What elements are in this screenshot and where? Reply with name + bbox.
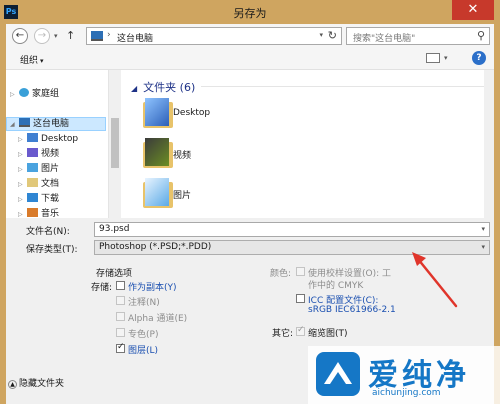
collapse-group-icon[interactable]: ◢ (131, 84, 137, 93)
sidebar-item-this-pc[interactable]: ◢ 这台电脑 (10, 117, 69, 131)
search-input[interactable]: 搜索"这台电脑" (353, 31, 415, 44)
thumbnail-checkbox[interactable] (296, 325, 305, 336)
address-location[interactable]: 这台电脑 (117, 31, 153, 44)
store-label: 存储: (91, 283, 113, 293)
navigation-bar: ← → ▾ ↑ › 这台电脑 ▾ ↻ 搜索"这台电脑" ⚲ (6, 24, 494, 48)
window-title: 另存为 (233, 7, 267, 20)
collapse-arrow-icon[interactable]: ◢ (10, 118, 19, 132)
other-label: 其它: (272, 329, 294, 339)
command-toolbar: 组织 ▾ ▾ ? (6, 48, 494, 70)
expand-arrow-icon[interactable]: ▷ (10, 88, 19, 102)
sidebar-item-music[interactable]: ▷ 音乐 (18, 207, 59, 218)
address-dropdown-icon[interactable]: ▾ (319, 31, 323, 39)
notes-checkbox[interactable] (116, 296, 125, 305)
search-box[interactable]: 搜索"这台电脑" ⚲ (346, 27, 490, 45)
pictures-folder-icon[interactable] (143, 178, 173, 208)
use-proof-setup-checkbox[interactable] (296, 267, 305, 276)
alpha-channels-label: Alpha 通道(E) (128, 314, 188, 324)
view-options-icon[interactable] (426, 53, 440, 63)
as-copy-checkbox[interactable] (116, 281, 125, 290)
computer-icon (19, 118, 30, 127)
icc-profile-checkbox[interactable] (296, 294, 305, 303)
chevron-down-icon: ▾ (40, 57, 44, 65)
expand-arrow-icon[interactable]: ▷ (18, 133, 27, 147)
chevron-up-icon: ▲ (8, 380, 17, 389)
sidebar-item-documents[interactable]: ▷ 文档 (18, 177, 59, 191)
save-options-title: 存储选项 (96, 269, 133, 279)
recent-locations-dropdown-icon[interactable]: ▾ (54, 32, 58, 40)
proof-cmyk-label: 作中的 CMYK (308, 281, 364, 291)
expand-arrow-icon[interactable]: ▷ (18, 163, 27, 177)
expand-arrow-icon[interactable]: ▷ (18, 193, 27, 207)
notes-label: 注释(N) (128, 298, 160, 308)
homegroup-icon (19, 88, 29, 97)
forward-button[interactable]: → (34, 28, 50, 44)
file-list-scrollbar[interactable] (484, 70, 494, 218)
spot-colors-label: 专色(P) (128, 330, 159, 340)
layers-label[interactable]: 图层(L) (128, 343, 158, 356)
desktop-folder-icon[interactable] (143, 98, 173, 128)
computer-icon (91, 31, 103, 41)
filetype-label: 保存类型(T): (26, 245, 78, 255)
expand-arrow-icon[interactable]: ▷ (18, 148, 27, 162)
address-bar[interactable]: › 这台电脑 ▾ ↻ (86, 27, 342, 45)
expand-arrow-icon[interactable]: ▷ (18, 208, 27, 218)
folder-name-videos[interactable]: 视频 (173, 148, 191, 161)
refresh-icon[interactable]: ↻ (328, 29, 337, 42)
filetype-select[interactable]: Photoshop (*.PSD;*.PDD) ▾ (94, 240, 490, 255)
downloads-folder-icon (27, 193, 38, 202)
organize-label: 组织 (20, 56, 39, 66)
music-folder-icon (27, 208, 38, 217)
file-list: ◢ 文件夹 (6) Desktop 视频 图片 (121, 70, 494, 218)
view-dropdown-icon[interactable]: ▾ (444, 54, 448, 62)
folder-name-pictures[interactable]: 图片 (173, 188, 191, 201)
watermark: 爱纯净 aichunjing.com (308, 346, 500, 404)
thumbnail-label: 缩览图(T) (308, 329, 348, 339)
navigation-pane: ▷ 家庭组 ◢ 这台电脑 ▷ Desktop ▷ 视频 ▷ 图片 ▷ 文档 ▷ 下载 ▷ 音乐 (6, 70, 108, 218)
icc-profile-value: sRGB IEC61966-2.1 (308, 305, 396, 315)
organize-menu-button[interactable]: 组织 ▾ (20, 53, 44, 66)
layers-checkbox[interactable] (116, 342, 125, 353)
address-separator-icon[interactable]: › (107, 30, 111, 40)
sidebar-item-videos[interactable]: ▷ 视频 (18, 147, 59, 161)
expand-arrow-icon[interactable]: ▷ (18, 178, 27, 192)
file-fields: 文件名(N): 93.psd ▾ 保存类型(T): Photoshop (*.P… (6, 218, 494, 258)
filename-field[interactable]: 93.psd ▾ (94, 222, 490, 237)
help-button[interactable]: ? (472, 51, 486, 65)
watermark-url: aichunjing.com (372, 388, 441, 398)
group-divider (201, 86, 491, 87)
brand-logo-icon (316, 352, 360, 396)
up-button[interactable]: ↑ (66, 29, 75, 42)
color-label: 颜色: (270, 269, 292, 279)
folders-group-header[interactable]: ◢ 文件夹 (6) (131, 79, 195, 95)
navigation-pane-scrollbar[interactable] (108, 70, 120, 218)
sidebar-item-pictures[interactable]: ▷ 图片 (18, 162, 59, 176)
close-button[interactable]: ✕ (452, 0, 494, 20)
hide-folders-button[interactable]: ▲ 隐藏文件夹 (8, 376, 64, 389)
spot-colors-checkbox[interactable] (116, 328, 125, 337)
search-icon[interactable]: ⚲ (477, 29, 485, 42)
filename-label: 文件名(N): (26, 227, 70, 237)
videos-folder-icon[interactable] (143, 138, 173, 168)
title-bar: Ps 另存为 ✕ (0, 0, 500, 24)
chevron-down-icon[interactable]: ▾ (481, 223, 485, 236)
documents-folder-icon (27, 178, 38, 187)
sidebar-item-homegroup[interactable]: ▷ 家庭组 (10, 87, 59, 101)
sidebar-item-desktop[interactable]: ▷ Desktop (18, 132, 78, 146)
folder-name-desktop[interactable]: Desktop (173, 108, 210, 118)
as-copy-label[interactable]: 作为副本(Y) (128, 280, 177, 293)
chevron-down-icon[interactable]: ▾ (481, 241, 485, 254)
video-folder-icon (27, 148, 38, 157)
desktop-folder-icon (27, 133, 38, 142)
back-button[interactable]: ← (12, 28, 28, 44)
pictures-folder-icon (27, 163, 38, 172)
alpha-channels-checkbox[interactable] (116, 312, 125, 321)
scrollbar-thumb[interactable] (111, 118, 119, 168)
sidebar-item-downloads[interactable]: ▷ 下载 (18, 192, 59, 206)
